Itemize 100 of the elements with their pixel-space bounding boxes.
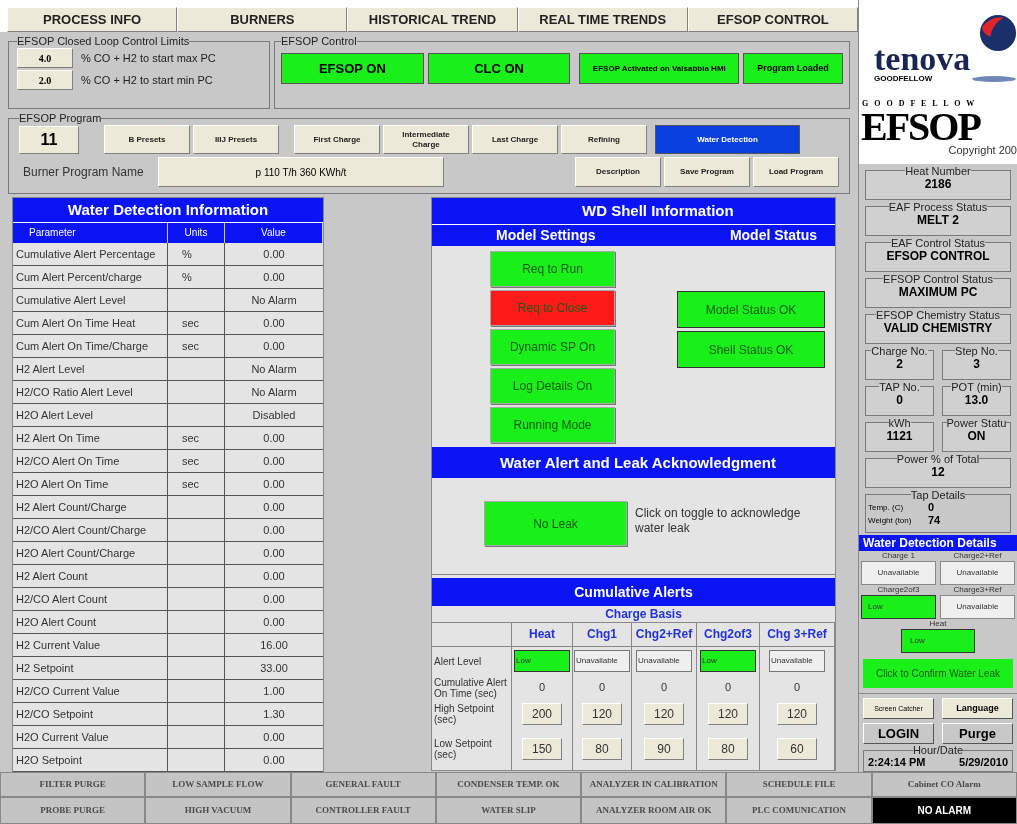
water-status-indicator: Unavailable [940, 594, 1015, 619]
swoosh-icon [972, 75, 1017, 83]
nav-tab[interactable]: BURNERS [177, 7, 348, 32]
table-cell: H2O Setpoint [13, 749, 168, 771]
section-title: Water Detection Details [859, 534, 1017, 551]
group-title: TAP No. [879, 380, 920, 393]
program-button[interactable]: Refining [561, 125, 647, 154]
clock-date: 5/29/2010 [959, 756, 1008, 770]
field-label: Temp. (C) [868, 501, 905, 514]
program-button[interactable]: IIIJ Presets [193, 125, 279, 154]
alarm-status: NO ALARM [871, 797, 1017, 824]
table-cell: H2 Alert Count [13, 565, 168, 587]
leak-toggle-button[interactable]: No Leak [484, 501, 627, 546]
action-button[interactable]: Save Program [664, 157, 750, 187]
program-button[interactable]: Last Charge [472, 125, 558, 154]
setpoint-button[interactable]: 60 [777, 738, 817, 760]
column-header: Chg2+Ref [632, 623, 697, 647]
panel-button[interactable]: Purge [942, 723, 1013, 745]
nav-tab[interactable]: PROCESS INFO [7, 7, 178, 32]
setpoint-button[interactable]: 120 [582, 703, 622, 725]
panel-button[interactable]: Language [942, 698, 1013, 720]
table-cell: H2O Alert Count/Charge [13, 542, 168, 564]
setpoint-button[interactable]: 200 [522, 703, 562, 725]
program-button[interactable]: Intermediate Charge [383, 125, 469, 154]
program-number: 11 [19, 125, 79, 154]
table-cell: H2 Alert Level [13, 358, 168, 380]
water-status-indicator: Unavailable [861, 560, 936, 585]
status-value: 2186 [923, 176, 953, 191]
setpoint-button[interactable]: 120 [777, 703, 817, 725]
limit-value-button[interactable]: 4.0 [17, 48, 73, 68]
setting-button[interactable]: Running Mode [490, 407, 615, 443]
program-button[interactable]: Water Detection [655, 125, 800, 154]
table-cell: H2/CO Alert Count [13, 588, 168, 610]
confirm-leak-button[interactable]: Click to Confirm Water Leak [863, 658, 1013, 689]
section-title: Water Alert and Leak Acknowledgment [432, 447, 835, 478]
status-indicator: CLC ON [427, 53, 571, 84]
table-cell: H2/CO Alert On Time [13, 450, 168, 472]
nav-tab[interactable]: REAL TIME TRENDS [517, 7, 688, 32]
limit-label: % CO + H2 to start max PC [81, 50, 216, 66]
status-value: EFSOP CONTROL [885, 248, 991, 263]
table-cell-text: 0.00 [262, 431, 286, 446]
field-label: Weight (ton) [868, 514, 913, 527]
table-subtitle: Charge Basis [432, 606, 835, 623]
nav-tab[interactable]: EFSOP CONTROL [687, 7, 858, 32]
alert-level-indicator: Low [700, 650, 756, 672]
table-cell-text: 0 [724, 680, 732, 696]
action-button[interactable]: Load Program [753, 157, 839, 187]
setpoint-button[interactable]: 90 [644, 738, 684, 760]
table-cell-text: 0.00 [262, 454, 286, 469]
setting-button[interactable]: Dynamic SP On [490, 329, 615, 365]
field-value: 0 [928, 500, 935, 514]
setpoint-button[interactable]: 120 [708, 703, 748, 725]
program-button[interactable]: B Presets [104, 125, 190, 154]
group-title: Heat Number [905, 164, 971, 177]
brand-logo: tenova [874, 44, 972, 74]
limit-value-button[interactable]: 2.0 [17, 70, 73, 90]
alarm-status: ANALYZER ROOM AIR OK [581, 797, 727, 824]
alarm-status: ANALYZER IN CALIBRATION [581, 772, 727, 798]
status-indicator: EFSOP ON [281, 53, 424, 84]
field-label: Charge2+Ref [953, 550, 1002, 561]
column-header: Chg 3+Ref [760, 623, 835, 647]
alarm-status: GENERAL FAULT [290, 772, 436, 798]
setpoint-button[interactable]: 120 [644, 703, 684, 725]
status-indicator: Shell Status OK [677, 331, 825, 368]
row-label: High Setpoint (sec) [432, 700, 512, 728]
nav-tab[interactable]: HISTORICAL TREND [347, 7, 518, 32]
panel-button[interactable]: LOGIN [863, 723, 934, 745]
setting-button[interactable]: Log Details On [490, 368, 615, 404]
clock-time: 2:24:14 PM [868, 756, 926, 770]
table-cell: Cum Alert On Time/Charge [13, 335, 168, 357]
action-button[interactable]: Description [575, 157, 661, 187]
group-title: Hour/Date [912, 744, 964, 757]
panel-title: WD Shell Information [432, 198, 835, 224]
table-cell: H2 Alert On Time [13, 427, 168, 449]
setpoint-button[interactable]: 80 [708, 738, 748, 760]
alarm-status: PROBE PURGE [0, 797, 146, 824]
table-cell-text: 0.00 [262, 500, 286, 515]
field-value: 74 [928, 513, 941, 527]
table-cell-text: 0.00 [262, 569, 286, 584]
program-button[interactable]: First Charge [294, 125, 380, 154]
status-value: ON [966, 428, 987, 443]
field-label: Charge2of3 [877, 584, 920, 595]
setpoint-button[interactable]: 150 [522, 738, 562, 760]
alarm-status: CONDENSER TEMP. OK [435, 772, 582, 798]
table-cell: H2O Alert On Time [13, 473, 168, 495]
table-cell-text: 0 [538, 680, 546, 696]
group-title: Tap Details [910, 488, 966, 501]
program-name-field[interactable]: p 110 T/h 360 KWh/t [158, 157, 444, 187]
table-cell: % [168, 243, 225, 265]
group-title: Power Statu [946, 416, 1007, 429]
table-cell-text: 16.00 [259, 638, 289, 653]
setting-button[interactable]: Req to Run [490, 251, 615, 287]
status-value: MELT 2 [916, 212, 960, 227]
copyright-text: Copyright 200 [948, 144, 1017, 156]
status-value: 2 [896, 356, 903, 371]
group-title: POT (min) [951, 380, 1002, 393]
hint-text: Click on toggle to acknowledge water leak [635, 506, 802, 536]
setpoint-button[interactable]: 80 [582, 738, 622, 760]
table-cell: sec [168, 427, 225, 449]
column-header: Heat [512, 623, 573, 647]
